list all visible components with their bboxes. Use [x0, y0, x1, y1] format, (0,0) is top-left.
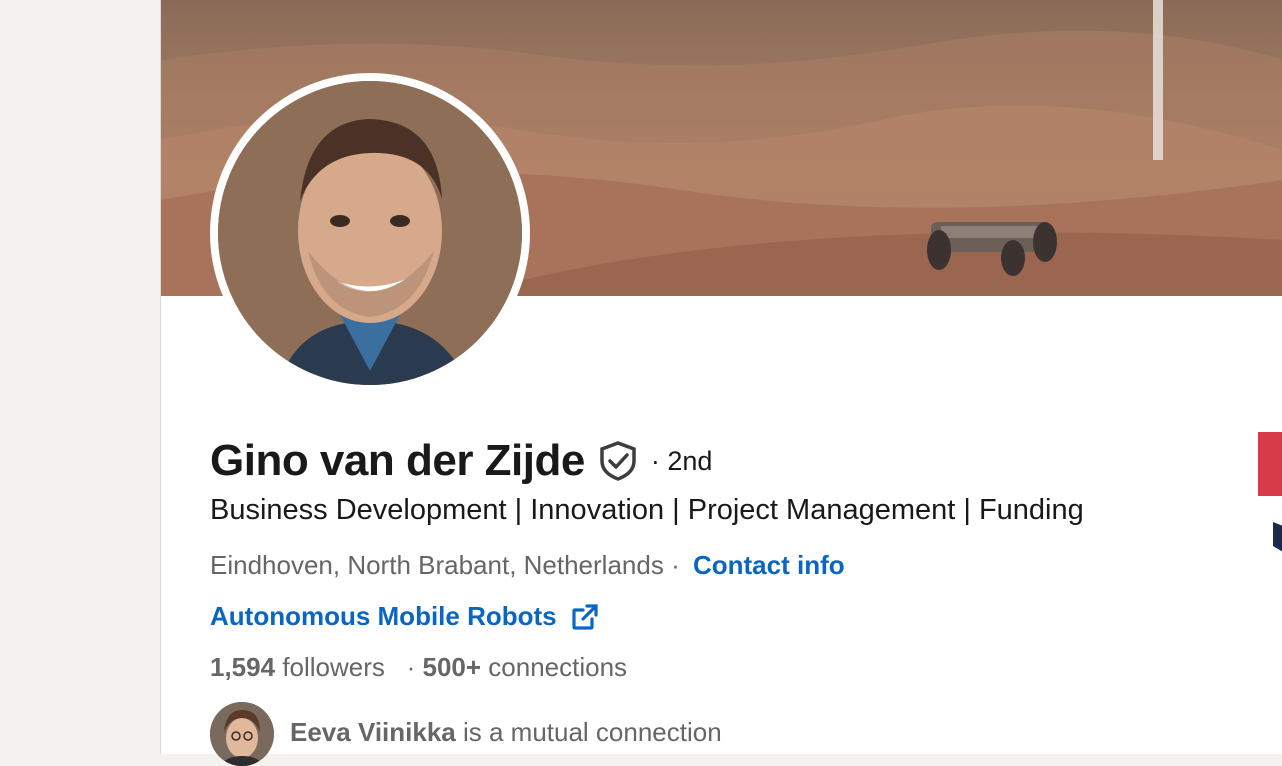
profile-location: Eindhoven, North Brabant, Netherlands: [210, 550, 664, 580]
mutual-connection-avatar[interactable]: [210, 702, 274, 766]
mutual-connection-row[interactable]: Eeva Viinikka is a mutual connection: [210, 702, 722, 766]
verified-shield-icon[interactable]: [599, 441, 637, 481]
profile-name: Gino van der Zijde: [210, 436, 585, 485]
profile-photo-frame[interactable]: [210, 73, 530, 393]
mutual-connection-text[interactable]: Eeva Viinikka is a mutual connection: [290, 717, 722, 748]
contact-info-link[interactable]: Contact info: [693, 550, 845, 580]
connections-count[interactable]: 500+: [422, 652, 481, 682]
connections-label[interactable]: connections: [488, 652, 627, 682]
followers-count: 1,594: [210, 652, 276, 682]
network-stats: 1,594 followers · 500+ connections: [210, 652, 627, 683]
school-logo-badge[interactable]: [1271, 518, 1282, 554]
profile-card: Gino van der Zijde · 2nd Business Develo…: [160, 0, 1282, 766]
name-row: Gino van der Zijde · 2nd: [210, 436, 712, 486]
connection-degree: · 2nd: [650, 445, 713, 476]
location-row: Eindhoven, North Brabant, Netherlands · …: [210, 550, 845, 581]
left-gutter: [0, 0, 160, 754]
profile-photo[interactable]: [218, 81, 522, 385]
mutual-connection-suffix: is a mutual connection: [462, 716, 722, 747]
website-link[interactable]: Autonomous Mobile Robots: [210, 601, 599, 632]
external-link-icon[interactable]: [571, 603, 599, 631]
location-separator: ·: [671, 550, 680, 580]
company-logo-badge[interactable]: [1258, 432, 1282, 496]
profile-photo-graphic: [218, 81, 522, 385]
stats-separator: ·: [406, 652, 416, 682]
mutual-connection-name[interactable]: Eeva Viinikka: [290, 717, 456, 747]
followers-label: followers: [282, 652, 385, 682]
profile-headline: Business Development | Innovation | Proj…: [210, 494, 1084, 526]
website-label[interactable]: Autonomous Mobile Robots: [210, 601, 557, 632]
